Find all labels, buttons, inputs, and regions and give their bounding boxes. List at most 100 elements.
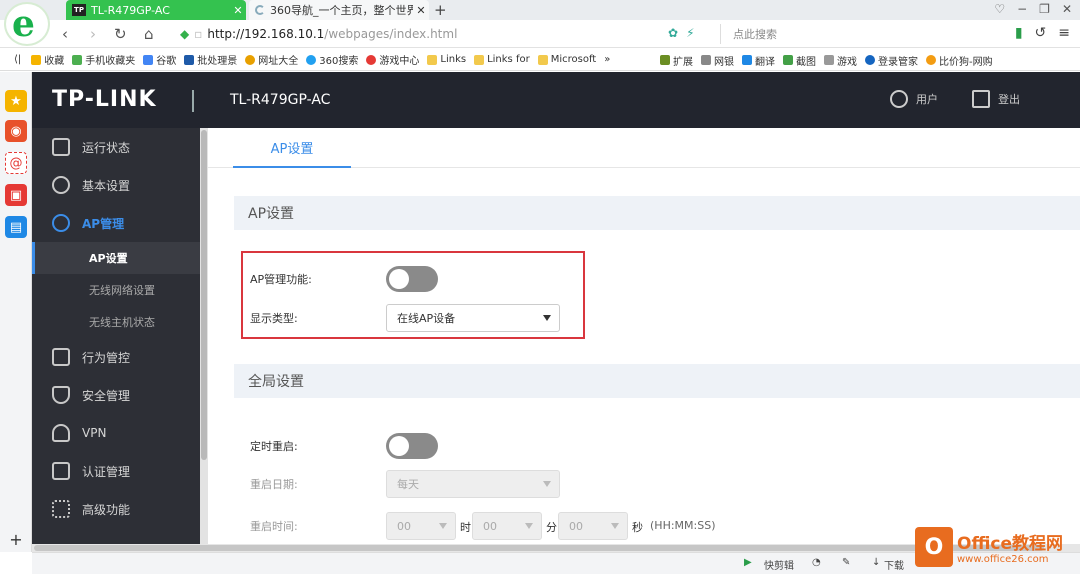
menu-item-basic[interactable]: 基本设置 [32, 166, 200, 204]
favorites-icon[interactable]: ★ [5, 90, 27, 112]
note-icon[interactable]: ▤ [5, 216, 27, 238]
bookmark-item[interactable]: 批处理景 [184, 52, 237, 67]
bookmark-item[interactable]: 收藏 [31, 52, 64, 67]
tplink-favicon-icon: TP [72, 4, 86, 16]
dropdown-caret-icon [439, 523, 447, 529]
tab-close-icon[interactable]: ✕ [230, 4, 246, 17]
timed-reboot-toggle[interactable] [386, 433, 438, 459]
office-logo-icon: O [915, 527, 953, 567]
bookmark-item[interactable]: Microsoft [537, 54, 596, 65]
game-button[interactable]: 游戏 [824, 53, 857, 68]
bookmarks-right-tools: 扩展 网银 翻译 截图 游戏 登录管家 比价狗-网购 [660, 49, 1001, 70]
address-actions: ✿ ⚡ [668, 26, 695, 40]
extension-button[interactable]: 扩展 [660, 53, 693, 68]
browser-tab-bar: TP TL-R479GP-AC ✕ 360导航_一个主页，整个世界 ✕ + ♡ … [0, 0, 1080, 20]
submenu-wireless-settings[interactable]: 无线网络设置 [32, 274, 200, 306]
browser-tab-router[interactable]: TP TL-R479GP-AC ✕ [66, 0, 246, 20]
browser-logo[interactable]: e [4, 2, 50, 46]
bookmark-item[interactable]: 网址大全 [245, 52, 298, 67]
toggle-knob [389, 436, 409, 456]
quick-clip-label[interactable]: 快剪辑 [764, 557, 794, 572]
minimize-icon[interactable]: − [1017, 2, 1027, 16]
maximize-icon[interactable]: ❐ [1039, 2, 1050, 16]
menu-item-ap[interactable]: AP管理 [32, 204, 200, 242]
price-compare-button[interactable]: 比价狗-网购 [926, 53, 993, 68]
section-global-settings: 全局设置 [234, 364, 1080, 398]
logout-button[interactable]: 登出 [972, 90, 1020, 108]
menu-item-vpn[interactable]: VPN [32, 414, 200, 452]
game-icon[interactable]: ▣ [5, 184, 27, 206]
bank-button[interactable]: 网银 [701, 53, 734, 68]
address-path: /webpages/index.html [324, 27, 458, 41]
translate-icon [742, 55, 752, 65]
submenu-wireless-host-status[interactable]: 无线主机状态 [32, 306, 200, 338]
menu-item-auth[interactable]: 认证管理 [32, 452, 200, 490]
timed-reboot-label: 定时重启: [250, 440, 298, 453]
grid-icon [52, 500, 70, 518]
bookmark-item[interactable]: Links for [474, 54, 530, 65]
menu-scrollbar[interactable] [200, 128, 208, 544]
menu-item-behavior[interactable]: 行为管控 [32, 338, 200, 376]
new-tab-button[interactable]: + [434, 1, 447, 19]
add-sidebar-icon[interactable]: + [5, 528, 27, 550]
user-button[interactable]: 用户 [890, 90, 938, 108]
forward-icon[interactable]: › [90, 25, 96, 43]
reboot-date-select[interactable]: 每天 [386, 470, 560, 498]
mail-icon[interactable]: @ [5, 152, 27, 174]
reboot-minute-select[interactable]: 00 [472, 512, 542, 540]
login-manager-button[interactable]: 登录管家 [865, 53, 918, 68]
back-icon[interactable]: ‹ [62, 25, 68, 43]
speed-icon[interactable]: ◔ [812, 557, 821, 568]
reboot-second-select[interactable]: 00 [558, 512, 628, 540]
dropdown-caret-icon [611, 523, 619, 529]
bookmark-item[interactable]: 游戏中心 [366, 52, 419, 67]
download-icon[interactable]: ↓ [872, 557, 880, 568]
security-shield-icon: ◆ [180, 27, 190, 41]
browser-tab-360[interactable]: 360导航_一个主页，整个世界 ✕ [249, 0, 429, 20]
bookmark-item[interactable]: 谷歌 [143, 52, 176, 67]
tools-icon[interactable]: ✎ [842, 557, 850, 568]
tplink-logo: TP-LINK [52, 87, 157, 112]
menu-item-advanced[interactable]: 高级功能 [32, 490, 200, 528]
tab-close-icon[interactable]: ✕ [413, 4, 429, 17]
skin-icon[interactable]: ♡ [994, 2, 1005, 16]
screenshot-button[interactable]: 截图 [783, 53, 816, 68]
submenu-ap-settings[interactable]: AP设置 [32, 242, 200, 274]
lightning-icon[interactable]: ⚡ [686, 26, 694, 40]
weibo-icon[interactable]: ◉ [5, 120, 27, 142]
menu-item-security[interactable]: 安全管理 [32, 376, 200, 414]
video-clip-icon[interactable]: ▶ [744, 557, 752, 568]
home-icon[interactable]: ⌂ [144, 25, 154, 43]
close-window-icon[interactable]: ✕ [1062, 2, 1072, 16]
bookmark-item[interactable]: Links [427, 54, 466, 65]
download-label[interactable]: 下载 [884, 557, 904, 572]
menu-scroll-thumb[interactable] [201, 130, 207, 460]
auth-icon [52, 462, 70, 480]
menu-icon[interactable]: ≡ [1058, 25, 1070, 41]
address-bar[interactable]: ◆ ▫ http://192.168.10.1 /webpages/index.… [180, 24, 710, 44]
clipboard-icon[interactable]: ▮ [1015, 25, 1023, 41]
accelerate-icon[interactable]: ✿ [668, 26, 678, 40]
bookmark-item[interactable]: 手机收藏夹 [72, 52, 135, 67]
hour-unit: 时 [460, 521, 471, 534]
reload-icon[interactable]: ↻ [114, 25, 127, 43]
bookmark-toggle-icon[interactable]: ⟨| [14, 54, 21, 65]
menu-item-status[interactable]: 运行状态 [32, 128, 200, 166]
tab-ap-settings[interactable]: AP设置 [233, 128, 351, 168]
hscroll-thumb[interactable] [34, 545, 1044, 551]
bookmark-item[interactable]: 360搜索 [306, 52, 358, 67]
logout-label: 登出 [998, 93, 1020, 106]
search-input[interactable]: 点此搜索 [720, 24, 970, 44]
reboot-date-label: 重启日期: [250, 478, 298, 491]
tab-title: TL-R479GP-AC [91, 3, 170, 17]
translate-button[interactable]: 翻译 [742, 53, 775, 68]
vpn-cloud-icon [52, 424, 70, 442]
google-icon [143, 54, 154, 65]
reboot-hour-select[interactable]: 00 [386, 512, 456, 540]
undo-icon[interactable]: ↺ [1035, 25, 1047, 41]
folder-icon [537, 54, 548, 65]
key-icon [865, 55, 875, 65]
dropdown-caret-icon [543, 481, 551, 487]
watermark-title: Office教程网 [957, 534, 1064, 554]
bookmarks-more[interactable]: » [604, 54, 610, 65]
